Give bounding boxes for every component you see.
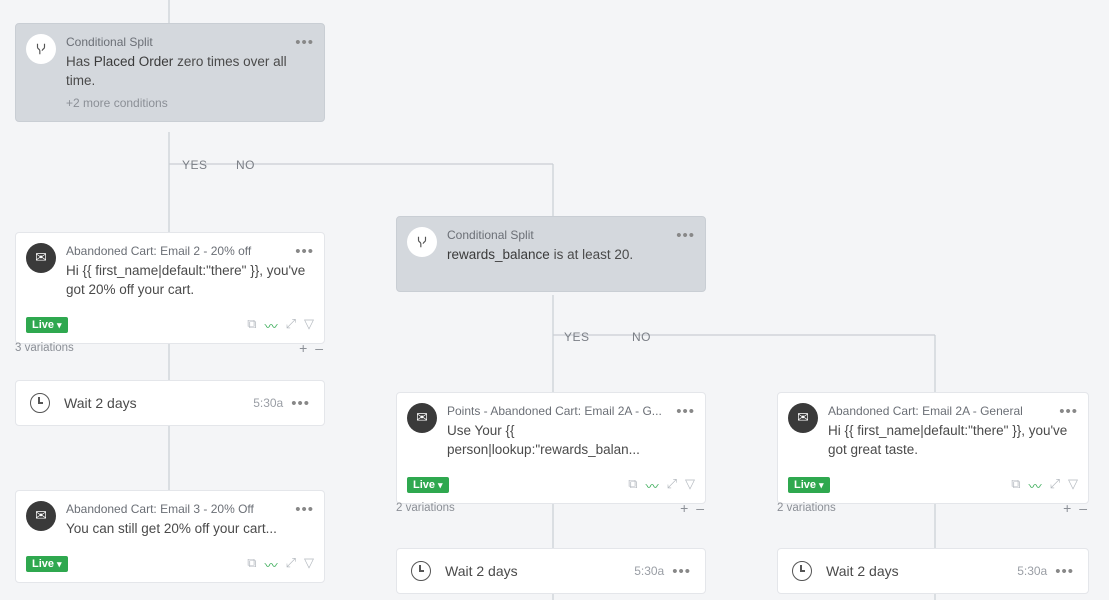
add-remove-variation[interactable]: + –: [1063, 500, 1089, 516]
wait-send-time: 5:30a: [634, 564, 664, 578]
wait-duration: Wait 2 days: [445, 563, 518, 579]
wait-node[interactable]: Wait 2 days 5:30a •••: [396, 548, 706, 594]
ab-test-icon[interactable]: ⧉: [1011, 476, 1020, 495]
filter-icon[interactable]: ▽: [685, 476, 695, 495]
conditional-split-rewards[interactable]: ••• Conditional Split rewards_balance is…: [396, 216, 706, 292]
node-menu-button[interactable]: •••: [676, 401, 695, 422]
branch-yes: YES: [564, 330, 590, 344]
mail-icon: ✉: [26, 501, 56, 531]
analytics-icon[interactable]: 〰: [265, 555, 278, 574]
email-node-points[interactable]: ✉ ••• Points - Abandoned Cart: Email 2A …: [396, 392, 706, 504]
expand-icon[interactable]: ⤢: [286, 316, 296, 335]
clock-icon: [792, 561, 812, 581]
email-title: Abandoned Cart: Email 2A - General: [828, 403, 1074, 420]
split-icon: [407, 227, 437, 257]
analytics-icon[interactable]: 〰: [1029, 476, 1042, 495]
filter-icon[interactable]: ▽: [304, 316, 314, 335]
variations-count: 2 variations: [396, 502, 455, 514]
node-menu-button[interactable]: •••: [295, 241, 314, 262]
variations-count: 2 variations: [777, 502, 836, 514]
mail-icon: ✉: [788, 403, 818, 433]
expand-icon[interactable]: ⤢: [667, 476, 677, 495]
node-menu-button[interactable]: •••: [672, 563, 691, 580]
add-remove-variation[interactable]: + –: [299, 340, 325, 356]
status-badge-live[interactable]: Live: [26, 317, 68, 333]
clock-icon: [411, 561, 431, 581]
expand-icon[interactable]: ⤢: [286, 555, 296, 574]
status-badge-live[interactable]: Live: [788, 477, 830, 493]
condition-text: rewards_balance is at least 20.: [447, 246, 691, 265]
email-node-email2[interactable]: ✉ ••• Abandoned Cart: Email 2 - 20% off …: [15, 232, 325, 344]
ab-test-icon[interactable]: ⧉: [628, 476, 637, 495]
mail-icon: ✉: [26, 243, 56, 273]
flow-canvas: ••• Conditional Split Has Placed Order z…: [0, 0, 1109, 600]
wait-duration: Wait 2 days: [826, 563, 899, 579]
wait-send-time: 5:30a: [253, 396, 283, 410]
branch-no: NO: [632, 330, 651, 344]
email-preview: You can still get 20% off your cart...: [66, 520, 310, 539]
email-preview: Hi {{ first_name|default:"there" }}, you…: [66, 262, 310, 300]
node-type: Conditional Split: [447, 227, 691, 244]
ab-test-icon[interactable]: ⧉: [247, 555, 256, 574]
analytics-icon[interactable]: 〰: [265, 316, 278, 335]
filter-icon[interactable]: ▽: [304, 555, 314, 574]
add-remove-variation[interactable]: + –: [680, 500, 706, 516]
analytics-icon[interactable]: 〰: [646, 476, 659, 495]
node-menu-button[interactable]: •••: [1059, 401, 1078, 422]
email-title: Points - Abandoned Cart: Email 2A - G...: [447, 403, 691, 420]
ab-test-icon[interactable]: ⧉: [247, 316, 256, 335]
email-node-email3[interactable]: ✉ ••• Abandoned Cart: Email 3 - 20% Off …: [15, 490, 325, 583]
node-menu-button[interactable]: •••: [291, 395, 310, 412]
node-menu-button[interactable]: •••: [676, 225, 695, 246]
filter-icon[interactable]: ▽: [1068, 476, 1078, 495]
email-preview: Use Your {{ person|lookup:"rewards_balan…: [447, 422, 691, 460]
node-menu-button[interactable]: •••: [1055, 563, 1074, 580]
branch-yes: YES: [182, 158, 208, 172]
expand-icon[interactable]: ⤢: [1050, 476, 1060, 495]
status-badge-live[interactable]: Live: [26, 556, 68, 572]
wait-node[interactable]: Wait 2 days 5:30a •••: [777, 548, 1089, 594]
email-title: Abandoned Cart: Email 2 - 20% off: [66, 243, 310, 260]
variations-count: 3 variations: [15, 342, 74, 354]
status-badge-live[interactable]: Live: [407, 477, 449, 493]
clock-icon: [30, 393, 50, 413]
node-menu-button[interactable]: •••: [295, 499, 314, 520]
wait-send-time: 5:30a: [1017, 564, 1047, 578]
node-menu-button[interactable]: •••: [295, 32, 314, 53]
mail-icon: ✉: [407, 403, 437, 433]
more-conditions[interactable]: +2 more conditions: [66, 95, 310, 112]
email-preview: Hi {{ first_name|default:"there" }}, you…: [828, 422, 1074, 460]
wait-node[interactable]: Wait 2 days 5:30a •••: [15, 380, 325, 426]
node-type: Conditional Split: [66, 34, 310, 51]
split-icon: [26, 34, 56, 64]
conditional-split-placed-order[interactable]: ••• Conditional Split Has Placed Order z…: [15, 23, 325, 122]
branch-no: NO: [236, 158, 255, 172]
wait-duration: Wait 2 days: [64, 395, 137, 411]
email-title: Abandoned Cart: Email 3 - 20% Off: [66, 501, 310, 518]
email-node-general[interactable]: ✉ ••• Abandoned Cart: Email 2A - General…: [777, 392, 1089, 504]
condition-text: Has Placed Order zero times over all tim…: [66, 53, 310, 91]
